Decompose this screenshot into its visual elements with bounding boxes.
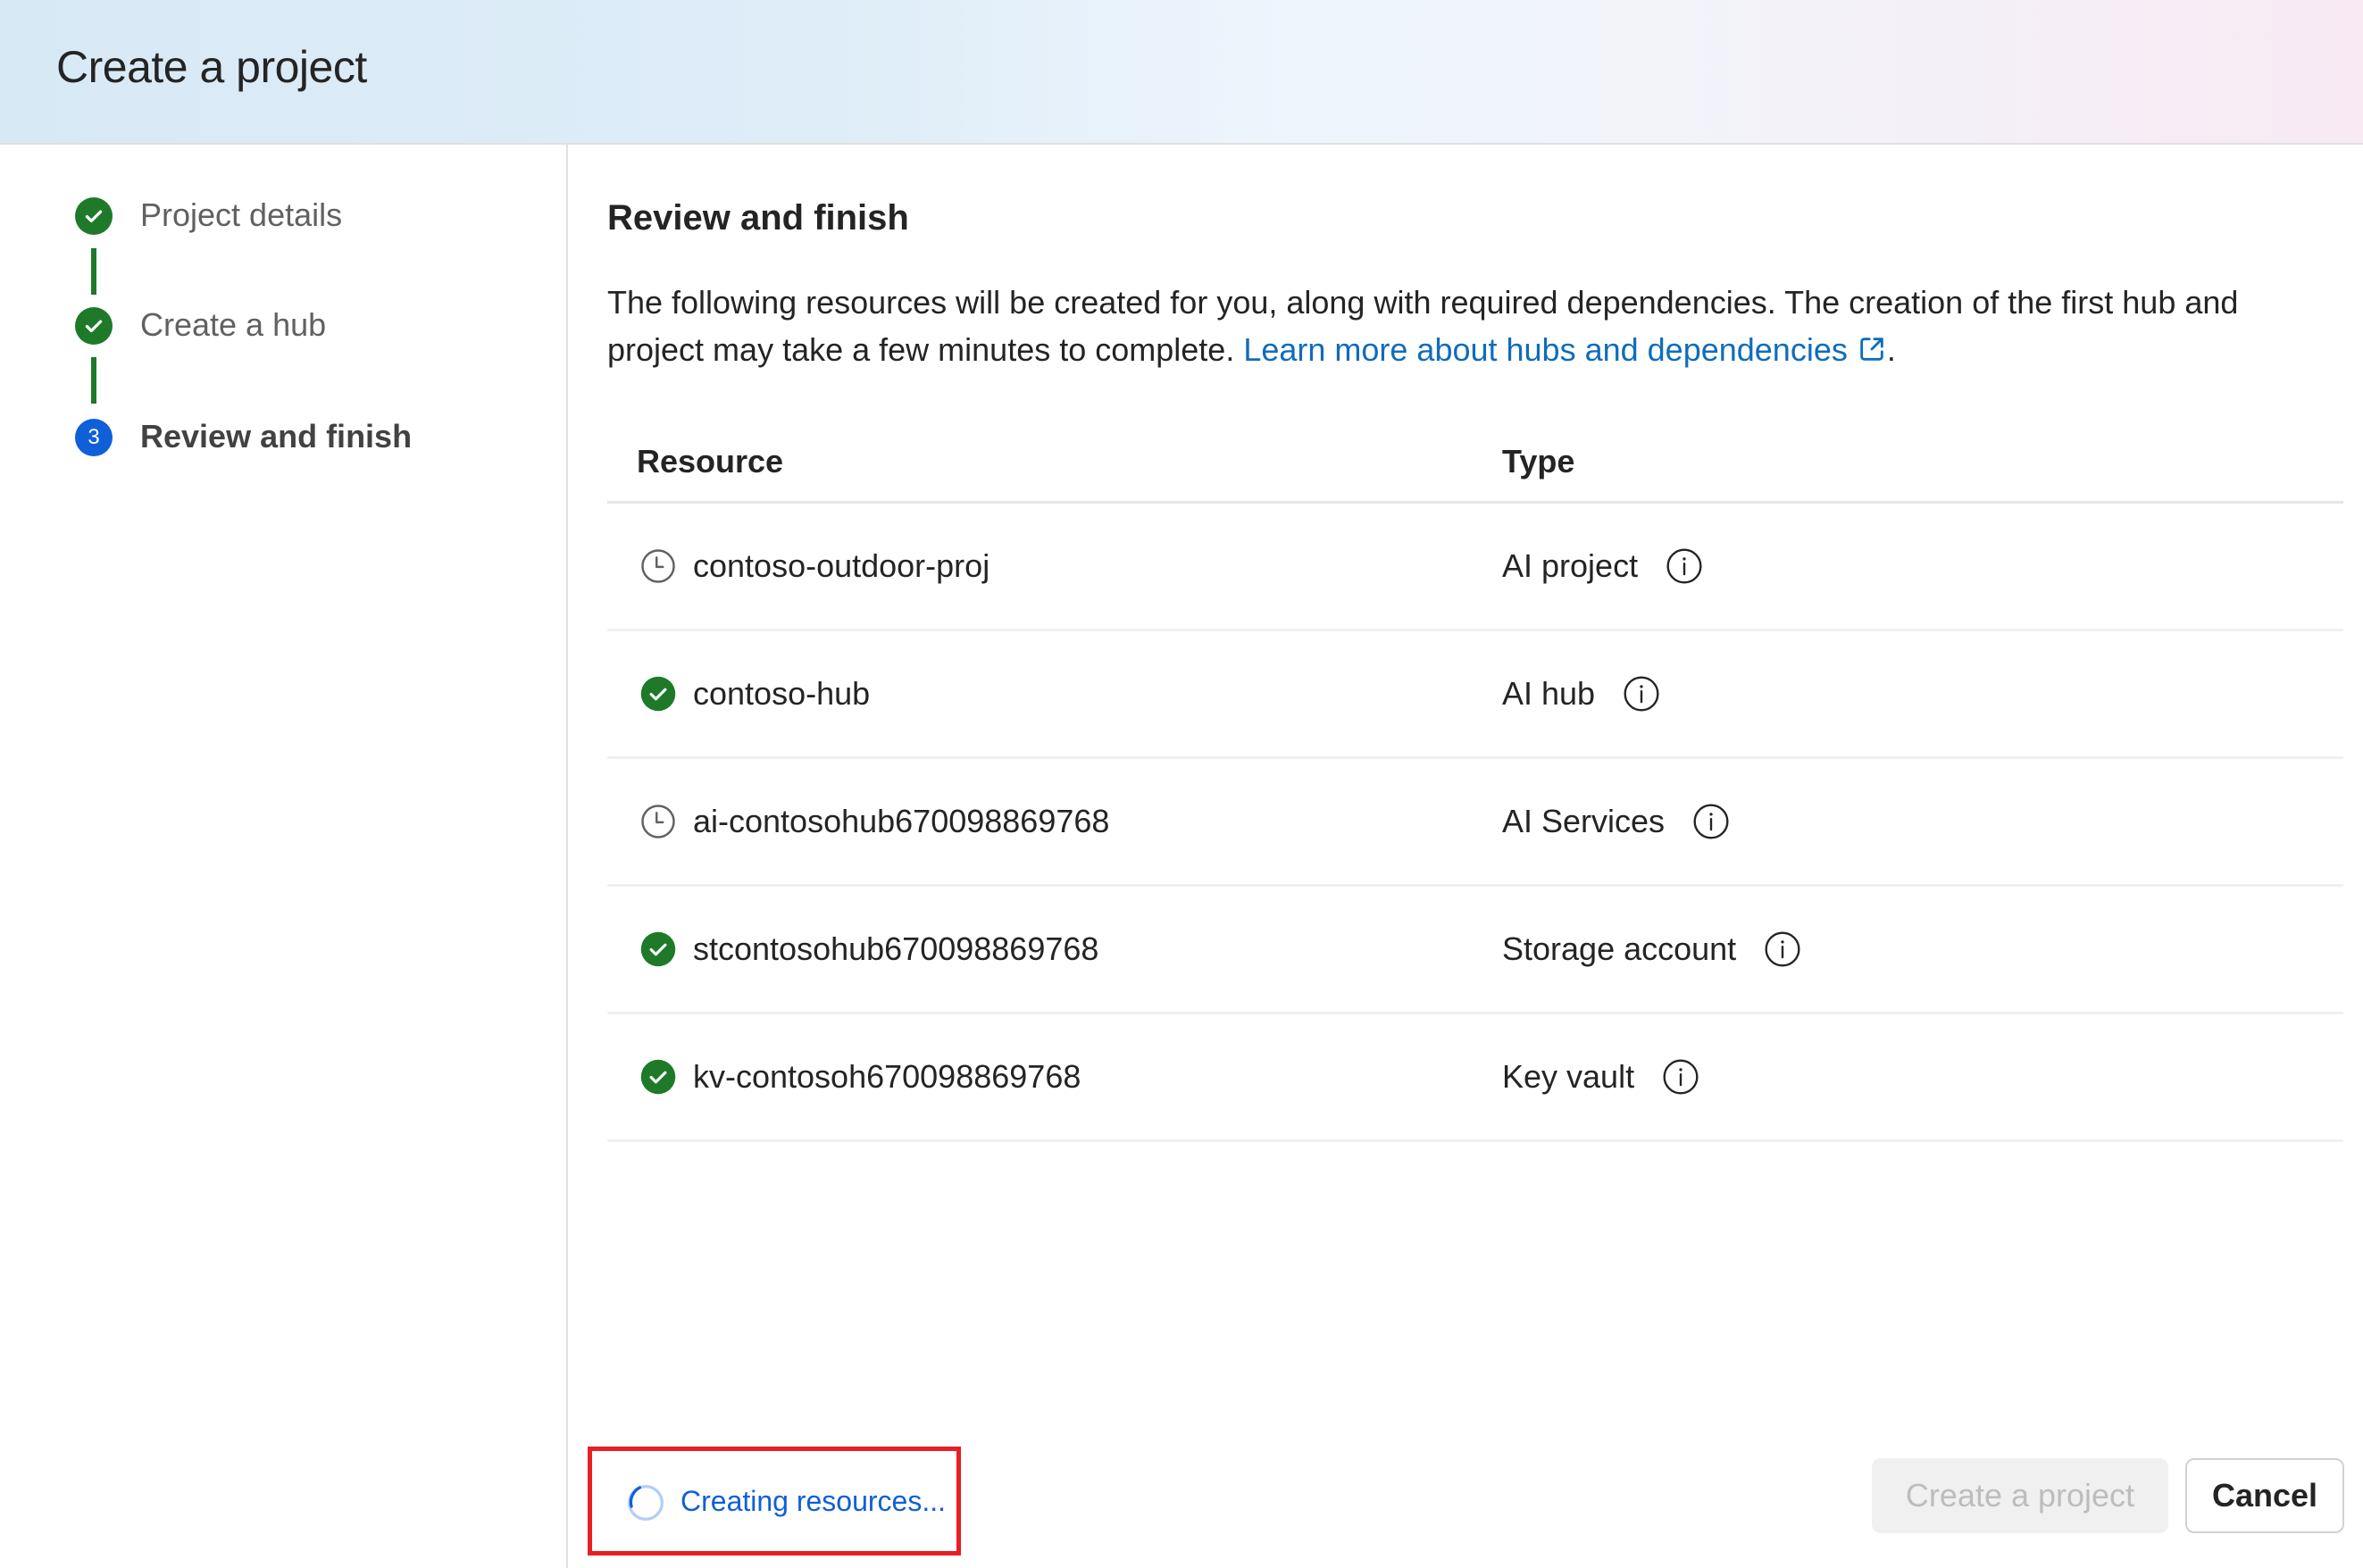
step-connector (91, 357, 96, 404)
resource-type: AI hub (1502, 675, 1596, 712)
dialog-title: Create a project (56, 42, 367, 92)
checkmark-circle-icon (75, 197, 113, 235)
create-project-button[interactable]: Create a project (1872, 1458, 2168, 1533)
table-row: contoso-outdoor-proj AI project (607, 504, 2343, 631)
cancel-button[interactable]: Cancel (2185, 1458, 2344, 1533)
section-title: Review and finish (607, 198, 909, 238)
creation-status: Creating resources... (588, 1447, 961, 1555)
step-label: Create a hub (140, 306, 327, 343)
spinner-icon (628, 1485, 664, 1521)
main-panel: Review and finish The following resource… (570, 145, 2363, 1568)
learn-more-link[interactable]: Learn more about hubs and dependencies (1243, 331, 1887, 368)
info-icon[interactable] (1661, 1057, 1700, 1097)
checkmark-circle-icon (75, 307, 113, 345)
dialog-header: Create a project (0, 0, 2363, 145)
description: The following resources will be created … (607, 279, 2340, 373)
learn-more-link-text: Learn more about hubs and dependencies (1243, 331, 1848, 368)
table-row: stcontosohub670098869768 Storage account (607, 887, 2343, 1014)
info-icon[interactable] (1691, 802, 1731, 841)
resource-name: contoso-hub (693, 675, 871, 712)
step-label: Review and finish (140, 418, 413, 455)
resource-type: AI project (1502, 547, 1639, 584)
checkmark-circle-icon (640, 1059, 676, 1095)
resource-type: Storage account (1502, 930, 1737, 967)
table-row: contoso-hub AI hub (607, 631, 2343, 759)
clock-icon (641, 549, 675, 583)
step-number-badge: 3 (75, 419, 113, 456)
info-icon[interactable] (1665, 546, 1704, 586)
info-icon[interactable] (1622, 674, 1661, 713)
column-header-resource: Resource (637, 443, 784, 480)
table-row: ai-contosohub670098869768 AI Services (607, 759, 2343, 887)
resources-table: Resource Type contoso-outdoor-proj AI pr… (607, 421, 2343, 1142)
column-header-type: Type (1502, 443, 1575, 480)
resource-name: kv-contosoh670098869768 (693, 1058, 1081, 1095)
checkmark-circle-icon (640, 931, 676, 967)
step-label: Project details (140, 196, 343, 233)
resource-name: stcontosohub670098869768 (693, 930, 1099, 967)
info-icon[interactable] (1763, 930, 1802, 969)
resource-name: contoso-outdoor-proj (693, 547, 990, 584)
step-create-hub[interactable]: Create a hub (0, 299, 568, 353)
resource-name: ai-contosohub670098869768 (693, 803, 1110, 839)
status-text: Creating resources... (681, 1485, 947, 1517)
table-row: kv-contosoh670098869768 Key vault (607, 1014, 2343, 1142)
table-header: Resource Type (607, 421, 2343, 504)
step-connector (91, 248, 96, 295)
step-review-and-finish[interactable]: 3 Review and finish (0, 411, 568, 464)
open-external-icon (1860, 338, 1883, 361)
step-project-details[interactable]: Project details (0, 189, 568, 243)
clock-icon (641, 805, 675, 838)
wizard-steps: Project details Create a hub 3 Review an… (0, 145, 568, 1568)
checkmark-circle-icon (640, 676, 676, 712)
description-suffix: . (1886, 331, 1896, 368)
resource-type: AI Services (1502, 803, 1666, 839)
resource-type: Key vault (1502, 1058, 1635, 1095)
